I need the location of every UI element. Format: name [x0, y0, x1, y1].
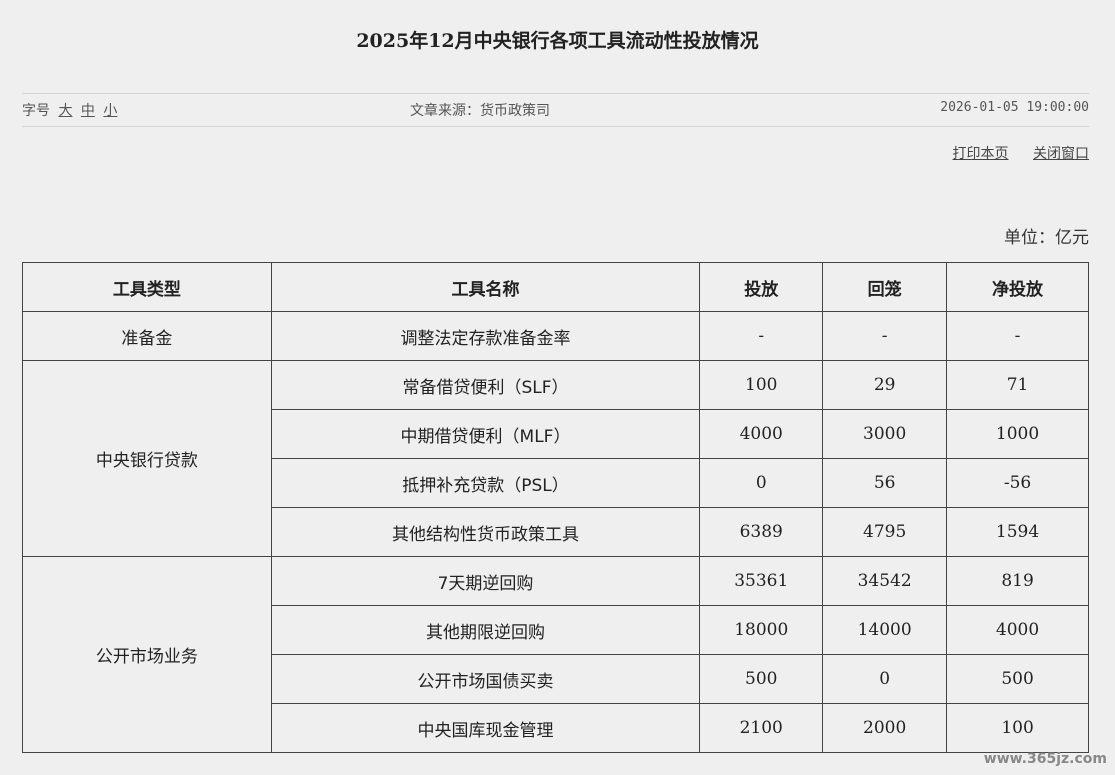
table-row: 中央银行贷款 常备借贷便利（SLF） 100 29 71 [22, 360, 1089, 557]
net-cell: 819 [946, 556, 1089, 606]
table-row: 公开市场业务 7天期逆回购 35361 34542 819 [22, 556, 1089, 753]
withdrawal-cell: 0 [822, 654, 948, 704]
font-size-medium-link[interactable]: 中 [81, 103, 95, 119]
tool-type-cell: 公开市场业务 [22, 556, 272, 753]
tool-name-cell: 中央国库现金管理 [270, 703, 701, 753]
tool-name-cell: 抵押补充贷款（PSL） [270, 458, 701, 508]
withdrawal-cell: 4795 [822, 507, 948, 557]
net-cell: 100 [946, 703, 1089, 753]
unit-label: 单位：亿元 [1004, 228, 1089, 248]
font-size-large-link[interactable]: 大 [58, 103, 72, 119]
tool-name-cell: 调整法定存款准备金率 [270, 311, 701, 361]
tool-name-cell: 公开市场国债买卖 [270, 654, 701, 704]
divider [22, 93, 1089, 94]
net-cell: 4000 [946, 605, 1089, 655]
page-title: 2025年12月中央银行各项工具流动性投放情况 [356, 30, 759, 52]
divider [22, 126, 1089, 127]
header-net-injection: 净投放 [946, 262, 1089, 312]
liquidity-table: 工具类型 工具名称 投放 回笼 净投放 准备金 调整法定存款准备金率 - - -… [22, 262, 1089, 753]
injection-cell: 0 [699, 458, 824, 508]
tool-name-cell: 中期借贷便利（MLF） [270, 409, 701, 459]
injection-cell: 100 [699, 360, 824, 410]
injection-cell: 2100 [699, 703, 824, 753]
withdrawal-cell: 2000 [822, 703, 948, 753]
font-size-label: 字号 [22, 103, 50, 119]
tool-type-cell: 准备金 [22, 311, 272, 361]
header-tool-type: 工具类型 [22, 262, 272, 312]
withdrawal-cell: 56 [822, 458, 948, 508]
injection-cell: 6389 [699, 507, 824, 557]
net-cell: 1000 [946, 409, 1089, 459]
withdrawal-cell: 29 [822, 360, 948, 410]
net-cell: 1594 [946, 507, 1089, 557]
net-cell: 71 [946, 360, 1089, 410]
table-header-row: 工具类型 工具名称 投放 回笼 净投放 [22, 262, 1089, 312]
tool-name-cell: 常备借贷便利（SLF） [270, 360, 701, 410]
withdrawal-cell: - [822, 311, 948, 361]
header-injection: 投放 [699, 262, 824, 312]
print-page-link[interactable]: 打印本页 [953, 146, 1009, 162]
tool-name-cell: 其他结构性货币政策工具 [270, 507, 701, 557]
injection-cell: 35361 [699, 556, 824, 606]
withdrawal-cell: 14000 [822, 605, 948, 655]
article-date: 2026-01-05 19:00:00 [940, 100, 1089, 115]
header-withdrawal: 回笼 [822, 262, 948, 312]
injection-cell: 18000 [699, 605, 824, 655]
tool-name-cell: 7天期逆回购 [270, 556, 701, 606]
header-tool-name: 工具名称 [270, 262, 701, 312]
withdrawal-cell: 34542 [822, 556, 948, 606]
injection-cell: 500 [699, 654, 824, 704]
withdrawal-cell: 3000 [822, 409, 948, 459]
net-cell: -56 [946, 458, 1089, 508]
font-size-control: 字号 大 中 小 [22, 100, 117, 120]
injection-cell: 4000 [699, 409, 824, 459]
watermark: www.365jz.com [983, 751, 1107, 767]
article-source: 文章来源：货币政策司 [410, 103, 550, 119]
tool-name-cell: 其他期限逆回购 [270, 605, 701, 655]
font-size-small-link[interactable]: 小 [103, 103, 117, 119]
table-row: 准备金 调整法定存款准备金率 - - - [22, 311, 1089, 361]
tool-type-cell: 中央银行贷款 [22, 360, 272, 557]
net-cell: 500 [946, 654, 1089, 704]
page-actions: 打印本页 关闭窗口 [933, 143, 1089, 163]
net-cell: - [946, 311, 1089, 361]
close-window-link[interactable]: 关闭窗口 [1033, 146, 1089, 162]
injection-cell: - [699, 311, 824, 361]
article-meta: 字号 大 中 小 文章来源：货币政策司 2026-01-05 19:00:00 [22, 100, 1089, 120]
